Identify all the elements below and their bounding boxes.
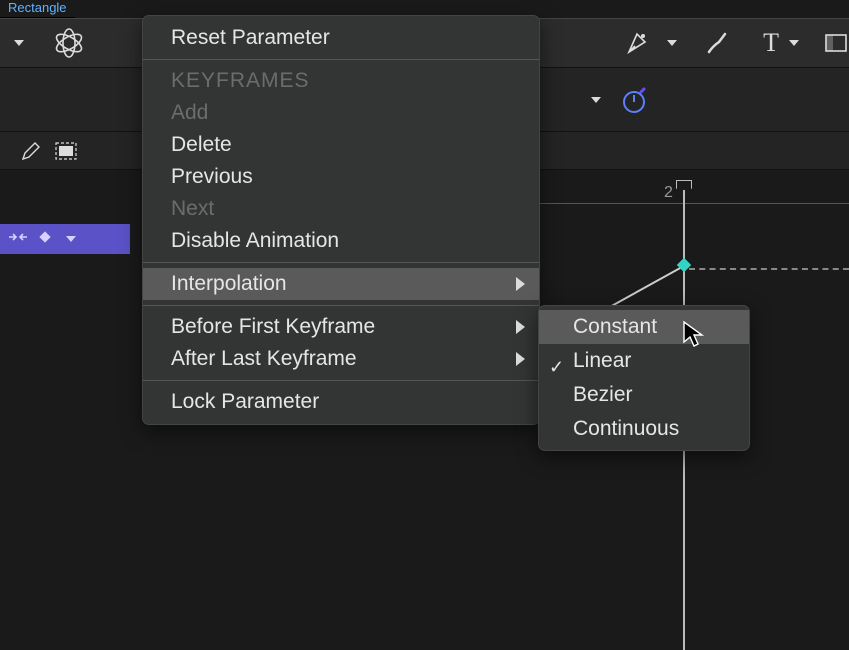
menu-disable-animation[interactable]: Disable Animation [143,225,539,257]
menu-separator [143,380,539,381]
menu-next-keyframe: Next [143,193,539,225]
motion-path-segment [608,264,686,308]
chevron-down-icon [667,40,677,46]
menu-item-label: Interpolation [171,268,287,300]
submenu-item-label: Continuous [573,412,679,446]
submenu-item-label: Constant [573,310,657,344]
menu-before-first-keyframe[interactable]: Before First Keyframe [143,311,539,343]
tool-dropdown[interactable] [10,40,24,46]
submenu-continuous[interactable]: Continuous [539,412,749,446]
subbar-dropdown[interactable] [587,97,601,103]
parameter-context-menu: Reset Parameter KEYFRAMES Add Delete Pre… [142,15,540,425]
submenu-constant[interactable]: Constant [539,310,749,344]
menu-item-label: Previous [171,161,253,193]
menu-section-keyframes: KEYFRAMES [143,65,539,97]
panel-icon[interactable] [823,30,849,56]
menu-separator [143,305,539,306]
chevron-down-icon [789,40,799,46]
pen-tool-dropdown[interactable] [663,40,677,46]
submenu-item-label: Bezier [573,378,633,412]
menu-item-label: Add [171,97,208,129]
submenu-arrow-icon [516,277,525,291]
stopwatch-icon[interactable] [619,85,649,115]
submenu-linear[interactable]: ✓Linear [539,344,749,378]
menu-item-label: Disable Animation [171,225,339,257]
menu-separator [143,59,539,60]
menu-reset-parameter[interactable]: Reset Parameter [143,22,539,54]
track-header[interactable] [0,224,130,254]
menu-delete-keyframe[interactable]: Delete [143,129,539,161]
menu-separator [143,262,539,263]
text-tool-icon[interactable]: T [763,28,779,58]
arrows-in-icon [8,229,28,250]
submenu-arrow-icon [516,352,525,366]
chevron-down-icon [14,40,24,46]
interpolation-submenu: Constant ✓Linear Bezier Continuous [538,305,750,451]
menu-item-label: Reset Parameter [171,22,330,54]
submenu-arrow-icon [516,320,525,334]
keyframe-diamond-icon[interactable] [38,230,52,249]
menu-add-keyframe: Add [143,97,539,129]
chevron-down-icon[interactable] [66,236,76,242]
submenu-item-label: Linear [573,344,631,378]
menu-item-label: Delete [171,129,232,161]
motion-path-dashed [689,268,849,270]
inspector-title: Rectangle [0,0,75,18]
menu-item-label: After Last Keyframe [171,343,357,375]
marquee-icon[interactable] [54,141,78,161]
menu-item-label: Next [171,193,214,225]
menu-lock-parameter[interactable]: Lock Parameter [143,386,539,418]
pencil-icon[interactable] [20,140,42,162]
menu-item-label: Lock Parameter [171,386,319,418]
menu-previous-keyframe[interactable]: Previous [143,161,539,193]
brush-icon[interactable] [703,28,733,58]
menu-after-last-keyframe[interactable]: After Last Keyframe [143,343,539,375]
submenu-bezier[interactable]: Bezier [539,378,749,412]
text-tool-dropdown[interactable] [785,40,799,46]
atom-icon[interactable] [52,26,86,60]
ruler-tick: 2 [664,184,673,202]
menu-item-label: Before First Keyframe [171,311,375,343]
pen-tool-icon[interactable] [623,28,653,58]
menu-interpolation[interactable]: Interpolation [143,268,539,300]
chevron-down-icon [591,97,601,103]
